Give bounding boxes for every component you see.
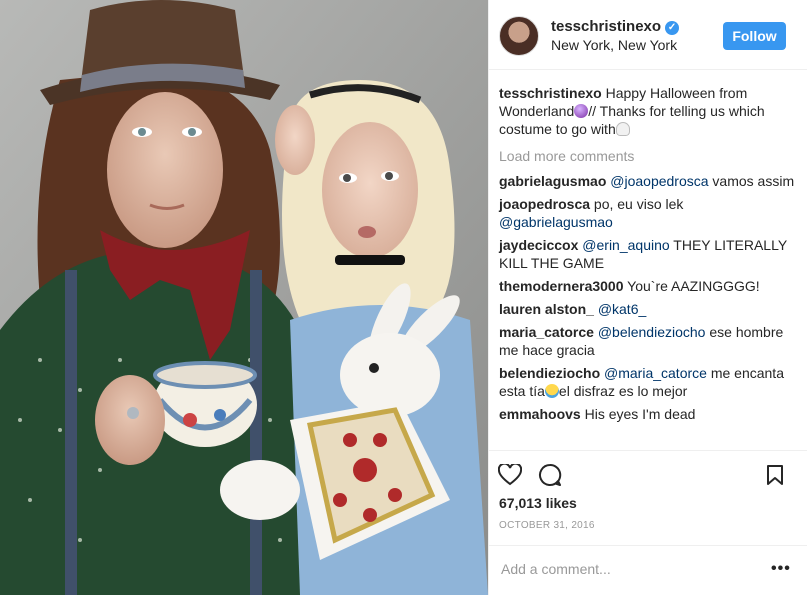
likes-count[interactable]: 67,013 likes [499, 495, 577, 511]
location-link[interactable]: New York, New York [551, 37, 677, 53]
comment-username[interactable]: joaopedrosca [499, 196, 590, 212]
comment-mention[interactable]: @joaopedrosca [610, 173, 708, 189]
more-options-icon[interactable]: ••• [771, 560, 791, 578]
comment-text: po, eu viso lek [590, 196, 684, 212]
post-photo[interactable] [0, 0, 488, 595]
comment-item: maria_catorce @belendieziocho ese hombre… [499, 323, 799, 359]
crystal-ball-emoji [574, 104, 589, 118]
comment-mention[interactable]: @erin_aquino [582, 237, 669, 253]
caption: tesschristinexo Happy Halloween from Won… [499, 84, 799, 138]
comment-item: joaopedrosca po, eu viso lek @gabrielagu… [499, 195, 799, 231]
verified-badge-icon: ✓ [665, 21, 680, 35]
comment-item: belendieziocho @maria_catorce me encanta… [499, 364, 799, 400]
caption-username[interactable]: tesschristinexo [499, 85, 602, 101]
comment-username[interactable]: emmahoovs [499, 406, 581, 422]
post-date[interactable]: OCTOBER 31, 2016 [499, 520, 595, 531]
comment-text-2: el disfraz es lo mejor [558, 383, 688, 399]
comment-text: You`re AAZINGGGG! [623, 278, 760, 294]
follow-button[interactable]: Follow [723, 22, 786, 50]
comment-username[interactable]: themodernera3000 [499, 278, 624, 294]
post-header: tesschristinexo ✓ New York, New York Foll… [489, 0, 807, 70]
scream-emoji [544, 384, 559, 398]
speech-bubble-icon[interactable] [537, 462, 563, 488]
load-more-comments-link[interactable]: Load more comments [499, 147, 799, 165]
comment-mention[interactable]: @maria_catorce [604, 365, 707, 381]
comment-username[interactable]: gabrielagusmao [499, 173, 606, 189]
ghost-emoji [615, 122, 630, 136]
add-comment-input[interactable] [499, 557, 763, 581]
bookmark-icon[interactable] [762, 462, 788, 488]
comment-mention[interactable]: @gabrielagusmao [499, 214, 613, 230]
costume-photo-illustration [0, 0, 488, 595]
comment-mention[interactable]: @belendieziocho [598, 324, 706, 340]
username-text[interactable]: tesschristinexo [551, 18, 661, 35]
comment-item: jaydeciccox @erin_aquino THEY LITERALLY … [499, 236, 799, 272]
comment-username[interactable]: jaydeciccox [499, 237, 578, 253]
username-link[interactable]: tesschristinexo ✓ [551, 18, 680, 35]
avatar[interactable] [499, 16, 539, 56]
comments-list: tesschristinexo Happy Halloween from Won… [499, 84, 799, 428]
heart-icon[interactable] [497, 462, 523, 488]
comment-username[interactable]: lauren alston_ [499, 301, 594, 317]
comment-item: emmahoovs His eyes I'm dead [499, 405, 799, 423]
comment-item: lauren alston_ @kat6_ [499, 300, 799, 318]
comment-text: vamos assim [708, 173, 795, 189]
comment-item: themodernera3000 You`re AAZINGGGG! [499, 277, 799, 295]
post-sidebar: tesschristinexo ✓ New York, New York Foll… [488, 0, 807, 595]
action-bar [489, 450, 807, 491]
comment-username[interactable]: belendieziocho [499, 365, 600, 381]
add-comment-bar: ••• [489, 545, 807, 595]
comment-username[interactable]: maria_catorce [499, 324, 594, 340]
instagram-post: tesschristinexo ✓ New York, New York Foll… [0, 0, 807, 595]
comment-mention[interactable]: @kat6_ [598, 301, 646, 317]
comment-text: His eyes I'm dead [580, 406, 696, 422]
comment-item: gabrielagusmao @joaopedrosca vamos assim [499, 172, 799, 190]
